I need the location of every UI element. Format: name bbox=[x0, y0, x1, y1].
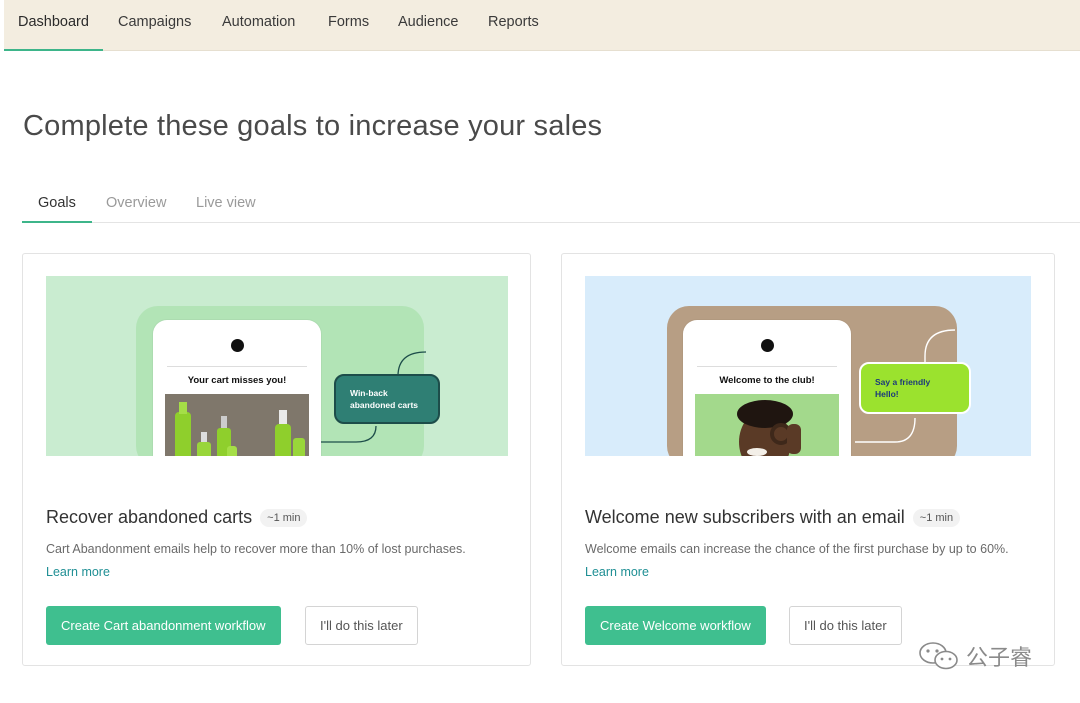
workflow-pill: Say a friendly Hello! bbox=[859, 362, 971, 414]
tab-live-view[interactable]: Live view bbox=[180, 186, 272, 223]
do-later-button[interactable]: I'll do this later bbox=[789, 606, 902, 645]
email-phone-mockup: Welcome to the club! bbox=[683, 320, 851, 456]
top-navigation: Dashboard Campaigns Automation Forms Aud… bbox=[4, 0, 1080, 51]
nav-item-audience[interactable]: Audience bbox=[384, 0, 472, 51]
email-phone-mockup: Your cart misses you! bbox=[153, 320, 321, 456]
tab-goals[interactable]: Goals bbox=[22, 186, 92, 223]
wechat-icon bbox=[919, 642, 958, 670]
cart-illustration: Your cart misses you! Win-back abandoned… bbox=[46, 276, 508, 456]
smiling-person-image bbox=[695, 394, 839, 456]
workflow-pill: Win-back abandoned carts bbox=[334, 374, 440, 424]
goal-card-welcome: Welcome to the club! Say a friendly Hell… bbox=[561, 253, 1055, 666]
card-title-text: Recover abandoned carts bbox=[46, 507, 253, 527]
create-welcome-workflow-button[interactable]: Create Welcome workflow bbox=[585, 606, 766, 645]
brand-logo-icon bbox=[231, 339, 244, 352]
card-title: Welcome new subscribers with an email ~1 … bbox=[585, 507, 961, 528]
nav-item-reports[interactable]: Reports bbox=[474, 0, 553, 51]
create-cart-abandonment-workflow-button[interactable]: Create Cart abandonment workflow bbox=[46, 606, 281, 645]
email-headline: Welcome to the club! bbox=[719, 375, 815, 386]
welcome-illustration: Welcome to the club! Say a friendly Hell… bbox=[585, 276, 1031, 456]
learn-more-link[interactable]: Learn more bbox=[46, 565, 110, 579]
nav-item-campaigns[interactable]: Campaigns bbox=[104, 0, 205, 51]
watermark-text: 公子睿 bbox=[966, 645, 1033, 670]
time-badge: ~1 min bbox=[260, 509, 308, 527]
card-title-text: Welcome new subscribers with an email bbox=[585, 507, 905, 527]
do-later-button[interactable]: I'll do this later bbox=[305, 606, 418, 645]
card-title: Recover abandoned carts ~1 min bbox=[46, 507, 308, 528]
card-description: Cart Abandonment emails help to recover … bbox=[46, 542, 466, 556]
tab-overview[interactable]: Overview bbox=[90, 186, 182, 223]
email-headline: Your cart misses you! bbox=[187, 375, 287, 386]
goal-card-abandoned-carts: Your cart misses you! Win-back abandoned… bbox=[22, 253, 531, 666]
page-title: Complete these goals to increase your sa… bbox=[23, 110, 603, 142]
time-badge: ~1 min bbox=[912, 509, 961, 527]
card-description: Welcome emails can increase the chance o… bbox=[585, 542, 1009, 556]
nav-item-dashboard[interactable]: Dashboard bbox=[4, 0, 103, 51]
tab-bar: Goals Overview Live view bbox=[22, 186, 1080, 223]
learn-more-link[interactable]: Learn more bbox=[585, 565, 649, 579]
nav-item-forms[interactable]: Forms bbox=[314, 0, 383, 51]
brand-logo-icon bbox=[761, 339, 774, 352]
product-bottles-image bbox=[165, 394, 309, 456]
nav-item-automation[interactable]: Automation bbox=[208, 0, 309, 51]
watermark: 公子睿 bbox=[918, 640, 1032, 672]
